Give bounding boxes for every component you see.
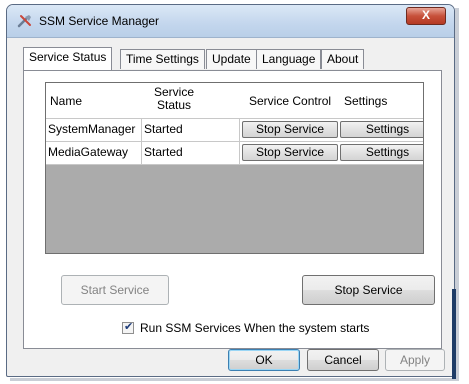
settings-button[interactable]: Settings [340,144,423,161]
stop-service-button-main[interactable]: Stop Service [302,275,435,305]
header-name: Name [50,94,83,108]
title-bar[interactable]: SSM Service Manager X [7,5,454,38]
window-title: SSM Service Manager [39,14,160,28]
table-row[interactable]: MediaGateway Started Stop Service Settin… [46,142,423,165]
settings-button[interactable]: Settings [340,121,423,138]
cancel-button[interactable]: Cancel [307,349,379,371]
apply-button[interactable]: Apply [385,349,445,371]
service-status: Started [142,142,240,164]
stop-service-button[interactable]: Stop Service [242,144,338,161]
service-name: SystemManager [46,119,142,141]
tab-about[interactable]: About [321,49,365,69]
header-settings: Settings [344,94,388,108]
start-service-button[interactable]: Start Service [61,275,169,305]
run-on-startup-label: Run SSM Services When the system starts [140,321,370,335]
tab-time-settings[interactable]: Time Settings [120,49,205,69]
stop-service-button[interactable]: Stop Service [242,121,338,138]
service-name: MediaGateway [46,142,142,164]
close-button[interactable]: X [406,7,446,25]
header-service-control: Service Control [249,94,332,108]
tab-service-status[interactable]: Service Status [23,47,113,70]
service-status: Started [142,119,240,141]
run-on-startup-checkbox[interactable]: ✔ [122,321,134,334]
service-status-panel: Name Service Status Service Control Sett… [23,70,442,349]
table-row[interactable]: SystemManager Started Stop Service Setti… [46,119,423,142]
header-service-status: Service Status [144,86,204,112]
tab-language[interactable]: Language [256,49,322,69]
tools-icon [17,15,31,28]
grid-header: Name Service Status Service Control Sett… [46,83,423,119]
ok-button[interactable]: OK [228,349,300,371]
check-mark-icon: ✔ [124,321,134,333]
window-shadow-bottom [10,378,459,381]
header-service-status-line2: Status [156,98,192,112]
background-window-edge [452,289,456,379]
ssm-service-manager-window: SSM Service Manager X Service Status Tim… [6,4,455,377]
tab-update[interactable]: Update [206,49,257,69]
services-grid[interactable]: Name Service Status Service Control Sett… [45,82,424,254]
